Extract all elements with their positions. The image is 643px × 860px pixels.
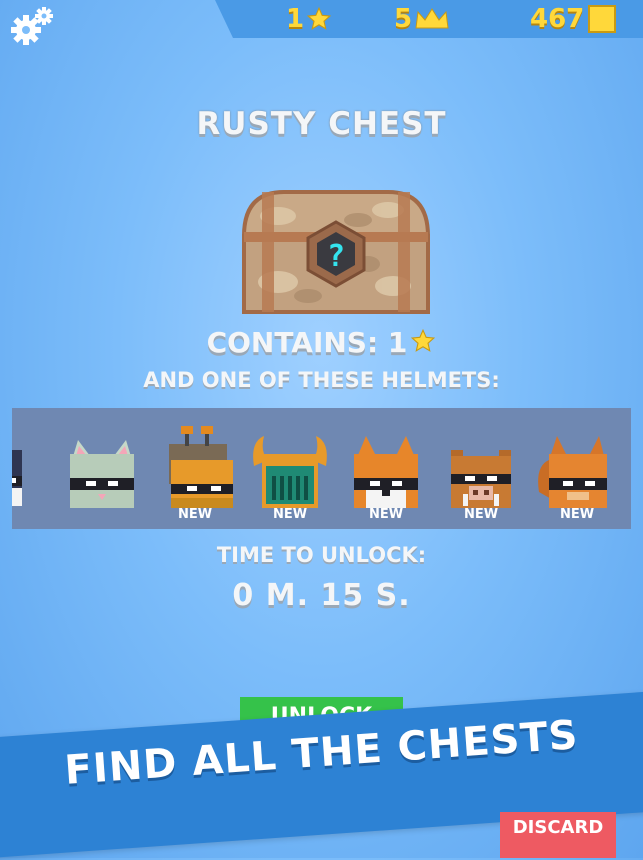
squirrel-helmet-icon — [538, 436, 607, 508]
new-tag: NEW — [368, 507, 404, 522]
contains-label: CONTAINS: 1 — [206, 326, 408, 359]
gear-icon — [11, 7, 53, 45]
chest-title: RUSTY CHEST — [196, 106, 447, 142]
helmets-carousel[interactable]: N NEW — [12, 408, 631, 529]
settings-button[interactable] — [6, 4, 58, 46]
contains-row: CONTAINS: 1 — [0, 326, 643, 359]
new-tag: N — [12, 507, 30, 522]
coin-icon — [588, 5, 617, 33]
unlock-time: 0 M. 15 S. — [232, 578, 411, 613]
star-icon — [411, 328, 436, 352]
helmet-viking[interactable]: NEW — [250, 426, 330, 526]
new-tag: NEW — [272, 507, 308, 522]
helmets-caption: AND ONE OF THESE HELMETS: — [143, 368, 500, 392]
crowns-value: 5 — [394, 4, 413, 34]
coins-value: 467 — [530, 4, 585, 34]
helmet-snail[interactable]: NEW — [155, 426, 235, 526]
viking-helmet-icon — [253, 436, 327, 508]
helmet-fox[interactable]: NEW — [346, 426, 426, 526]
helmet-squirrel[interactable]: NEW — [537, 426, 617, 526]
fox-helmet-icon — [354, 436, 418, 508]
star-icon — [306, 6, 332, 30]
stars-value: 1 — [286, 4, 305, 34]
discard-button[interactable]: DISCARD — [500, 812, 616, 858]
new-tag: NEW — [559, 507, 595, 522]
new-tag: NEW — [177, 507, 213, 522]
mystery-symbol: ? — [327, 239, 345, 274]
helmet-cat[interactable] — [62, 426, 142, 526]
snail-helmet-icon — [169, 426, 233, 508]
penguin-helmet-icon — [12, 450, 22, 506]
cat-helmet-icon — [70, 440, 134, 508]
helmet-boar[interactable]: NEW — [441, 426, 521, 526]
top-bar: 1 5 467 — [0, 0, 643, 45]
stars-counter: 1 — [286, 3, 332, 35]
crowns-counter: 5 — [394, 3, 450, 35]
chest-icon: ? — [241, 190, 431, 314]
boar-helmet-icon — [451, 450, 511, 508]
unlock-label: TIME TO UNLOCK: — [216, 543, 427, 567]
helmet-penguin[interactable]: N — [12, 426, 30, 526]
crown-icon — [415, 8, 449, 29]
rusty-chest: ? — [238, 186, 434, 316]
coins-counter: 467 — [530, 3, 618, 35]
new-tag: NEW — [463, 507, 499, 522]
